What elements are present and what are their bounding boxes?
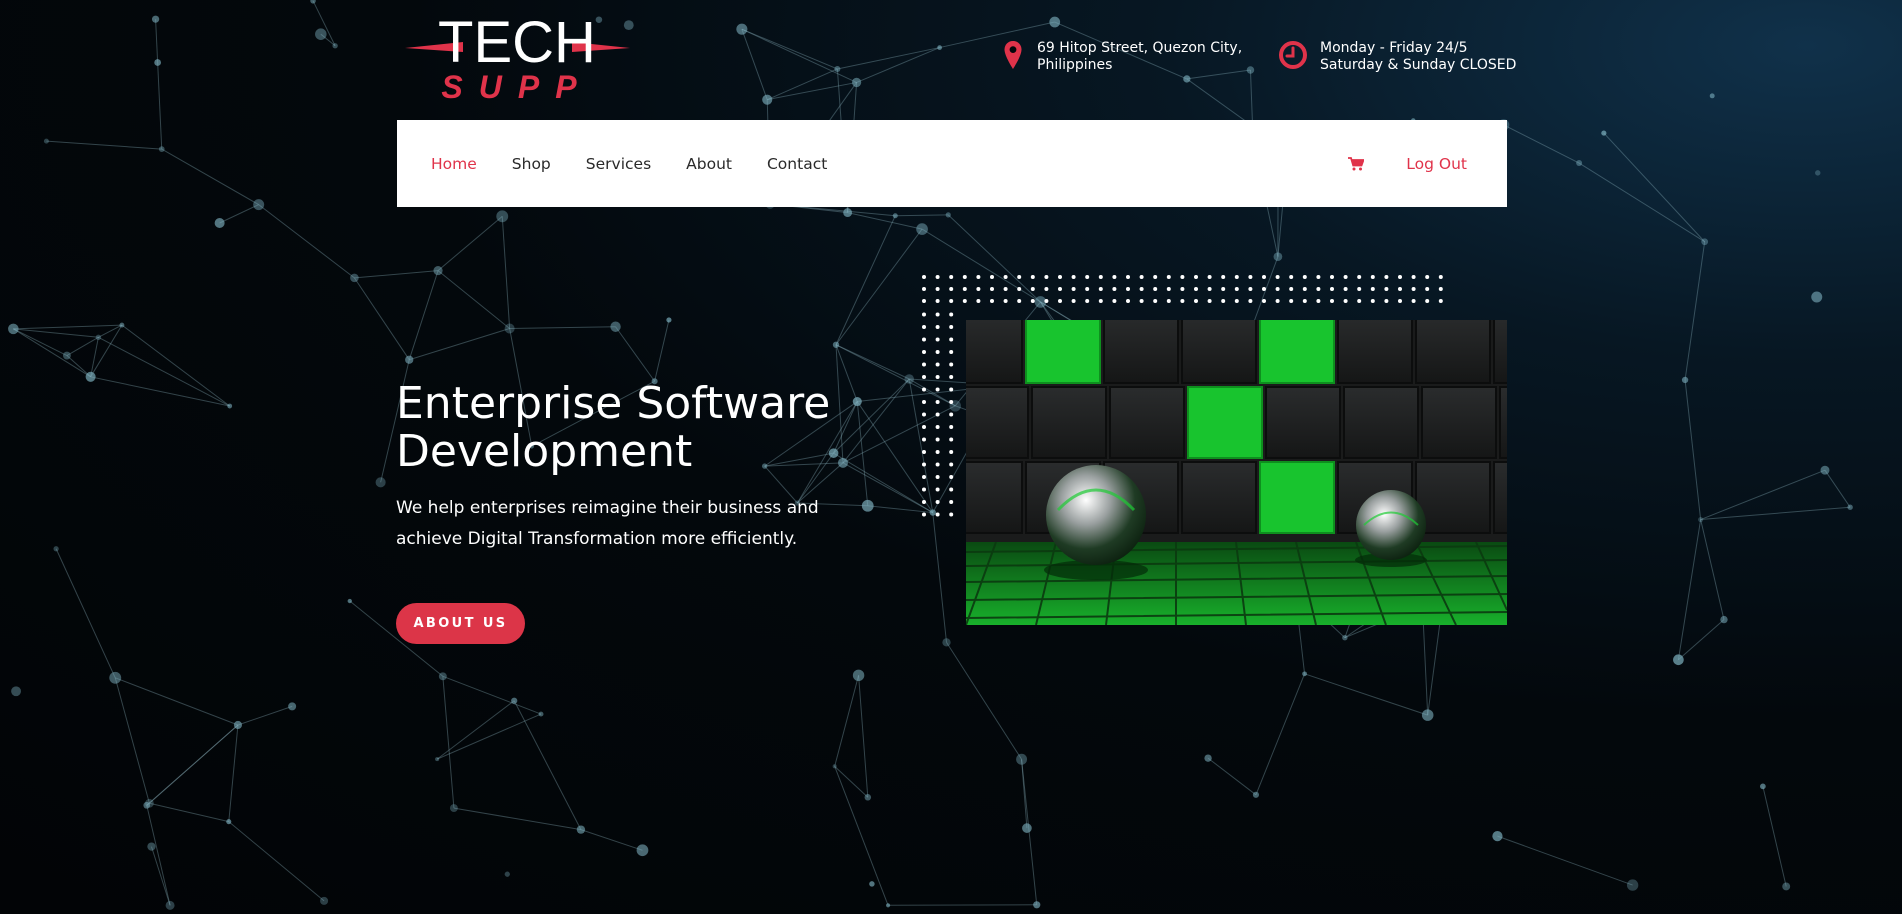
about-us-button[interactable]: ABOUT US	[396, 603, 525, 644]
hours-line-2: Saturday & Sunday CLOSED	[1320, 57, 1517, 73]
hours-line-1: Monday - Friday 24/5	[1320, 40, 1468, 56]
hero-subtitle: We help enterprises reimagine their busi…	[396, 498, 819, 549]
main-navigation: Home Shop Services About Contact Log Out	[397, 120, 1507, 207]
clock-icon	[1278, 40, 1308, 75]
address-info: 69 Hitop Street, Quezon City, Philippine…	[1003, 40, 1242, 75]
tech-supp-logo[interactable]: TECH SUPP	[405, 10, 630, 105]
address-line-1: 69 Hitop Street, Quezon City,	[1037, 40, 1243, 56]
hero-title-line-2: Development	[396, 426, 693, 477]
nav-item-contact[interactable]: Contact	[767, 155, 827, 173]
green-cubes-chrome-spheres-image	[966, 320, 1507, 625]
logo-text-bottom: SUPP	[441, 69, 592, 104]
nav-item-about[interactable]: About	[686, 155, 732, 173]
hours-info: Monday - Friday 24/5 Saturday & Sunday C…	[1278, 40, 1516, 75]
logout-link[interactable]: Log Out	[1406, 155, 1467, 173]
hero-title-line-1: Enterprise Software	[396, 378, 831, 429]
nav-item-home[interactable]: Home	[431, 155, 477, 173]
address-line-2: Philippines	[1037, 57, 1113, 73]
hero-title: Enterprise Software Development	[396, 380, 876, 476]
logo-text-top: TECH	[438, 14, 596, 75]
shopping-cart-icon[interactable]	[1348, 156, 1365, 171]
nav-item-shop[interactable]: Shop	[512, 155, 551, 173]
map-pin-icon	[1003, 40, 1023, 75]
nav-item-services[interactable]: Services	[586, 155, 651, 173]
